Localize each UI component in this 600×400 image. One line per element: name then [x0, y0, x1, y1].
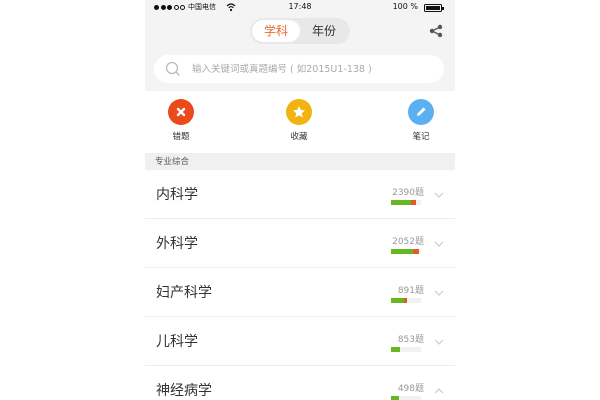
progress-bar — [391, 347, 421, 352]
subject-name: 内科学 — [156, 187, 198, 203]
app-screen: 中国电信 17:48 100 % 学科 年份 输入关键词或真题编号 (如201… — [145, 0, 455, 400]
battery-icon — [424, 4, 444, 12]
battery-percentage: 100 % — [392, 2, 418, 11]
quick-actions: 错题 收藏 笔记 — [145, 91, 455, 153]
progress-bar — [391, 396, 421, 400]
chevron-down-icon[interactable] — [433, 190, 445, 200]
search-input[interactable] — [192, 55, 432, 83]
progress-bar — [391, 298, 421, 303]
question-count: 891题 — [397, 286, 424, 296]
progress-bar — [391, 200, 421, 205]
pencil-icon — [408, 99, 434, 125]
subject-name: 外科学 — [156, 236, 198, 252]
favorites-button[interactable]: 收藏 — [269, 99, 329, 142]
status-bar: 中国电信 17:48 100 % — [145, 0, 455, 16]
search-bar[interactable] — [154, 55, 444, 83]
chevron-down-icon[interactable] — [433, 337, 445, 347]
search-icon — [165, 61, 180, 76]
list-item[interactable]: 儿科学 853题 — [145, 317, 455, 366]
question-count: 2052题 — [392, 237, 424, 247]
question-count: 853题 — [397, 335, 424, 345]
wrong-questions-label: 错题 — [172, 132, 190, 142]
wrong-questions-button[interactable]: 错题 — [151, 99, 211, 142]
list-item[interactable]: 妇产科学 891题 — [145, 268, 455, 317]
close-icon — [168, 99, 194, 125]
list-item[interactable]: 外科学 2052题 — [145, 219, 455, 268]
tab-subject[interactable]: 学科 — [252, 20, 300, 42]
tab-year[interactable]: 年份 — [300, 20, 348, 42]
chevron-down-icon[interactable] — [433, 288, 445, 298]
favorites-label: 收藏 — [290, 132, 308, 142]
progress-bar — [391, 249, 421, 254]
subject-list: 内科学 2390题 外科学 2052题 妇产科学 891题 儿科学 853题 神… — [145, 170, 455, 400]
star-icon — [286, 99, 312, 125]
segmented-control: 学科 年份 — [250, 18, 350, 44]
share-icon[interactable] — [429, 24, 443, 38]
notes-label: 笔记 — [412, 132, 430, 142]
subject-name: 神经病学 — [156, 383, 212, 399]
subject-name: 妇产科学 — [156, 285, 212, 301]
section-title: 专业综合 — [155, 157, 190, 167]
list-item[interactable]: 神经病学 498题 — [145, 366, 455, 400]
section-header: 专业综合 — [145, 153, 455, 170]
chevron-up-icon[interactable] — [433, 386, 445, 396]
question-count: 2390题 — [392, 188, 424, 198]
question-count: 498题 — [397, 384, 424, 394]
notes-button[interactable]: 笔记 — [391, 99, 451, 142]
subject-name: 儿科学 — [156, 334, 198, 350]
chevron-down-icon[interactable] — [433, 239, 445, 249]
list-item[interactable]: 内科学 2390题 — [145, 170, 455, 219]
